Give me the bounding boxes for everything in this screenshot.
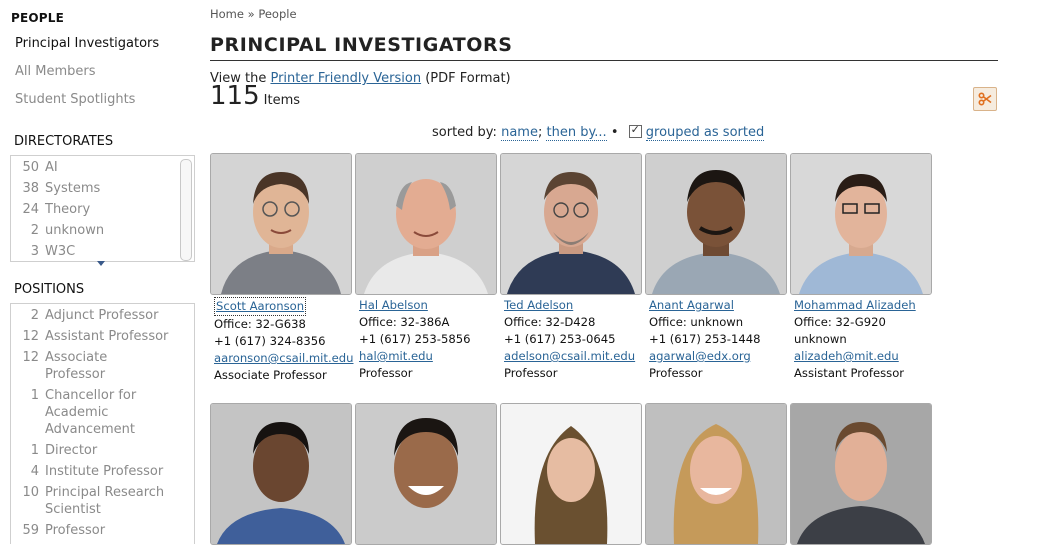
- person-photo[interactable]: [355, 153, 497, 295]
- items-label: Items: [263, 93, 301, 108]
- sort-separator: ;: [537, 125, 543, 140]
- person-photo[interactable]: [500, 403, 642, 545]
- facet-item-adjunct-professor[interactable]: 2 Adjunct Professor: [11, 307, 194, 328]
- facet-item-assistant-professor[interactable]: 12 Assistant Professor: [11, 328, 194, 349]
- person-email-link[interactable]: adelson@csail.mit.edu: [504, 348, 642, 365]
- person-office: Office: 32-386A: [359, 315, 450, 329]
- sort-prefix: sorted by:: [432, 125, 497, 140]
- facet-item-chancellor[interactable]: 1 Chancellor for Academic Advancement: [11, 387, 194, 442]
- person-card: Scott Aaronson Office: 32-G638 +1 (617) …: [210, 153, 353, 384]
- person-card: [645, 403, 787, 545]
- person-name-link[interactable]: Anant Agarwal: [649, 297, 787, 314]
- page-title: PRINCIPAL INVESTIGATORS: [210, 34, 998, 61]
- facet-item-theory[interactable]: 24 Theory: [11, 201, 194, 222]
- breadcrumb-current: People: [258, 7, 297, 21]
- facet-item-w3c[interactable]: 3 W3C: [11, 243, 194, 261]
- facet-item-director[interactable]: 1 Director: [11, 442, 194, 463]
- person-email-link[interactable]: agarwal@edx.org: [649, 348, 787, 365]
- grouped-checkbox-icon[interactable]: [628, 123, 642, 138]
- person-photo[interactable]: [355, 403, 497, 545]
- person-office: Office: 32-G920: [794, 315, 886, 329]
- facet-item-systems[interactable]: 38 Systems: [11, 180, 194, 201]
- person-photo[interactable]: [210, 153, 352, 295]
- sort-by-name-link[interactable]: name: [501, 125, 538, 141]
- person-office: Office: unknown: [649, 315, 744, 329]
- sidebar-link-principal-investigators[interactable]: Principal Investigators: [15, 36, 159, 51]
- directorates-scrollbar[interactable]: [180, 159, 192, 261]
- breadcrumb-separator: »: [247, 7, 255, 21]
- person-card: Mohammad Alizadeh Office: 32-G920 unknow…: [790, 153, 932, 382]
- share-button[interactable]: [973, 87, 997, 111]
- people-heading: PEOPLE: [11, 11, 65, 25]
- facet-item-unknown[interactable]: 2 unknown: [11, 222, 194, 243]
- person-office: Office: 32-D428: [504, 315, 596, 329]
- person-card: Anant Agarwal Office: unknown +1 (617) 2…: [645, 153, 787, 382]
- breadcrumb-home[interactable]: Home: [210, 7, 244, 21]
- sort-bar: sorted by: name; then by... • grouped as…: [432, 123, 765, 141]
- person-phone: +1 (617) 253-5856: [359, 332, 471, 346]
- person-photo[interactable]: [790, 403, 932, 545]
- person-card: [210, 403, 352, 545]
- person-office: Office: 32-G638: [214, 317, 306, 331]
- positions-facet-list[interactable]: 2 Adjunct Professor 12 Assistant Professor…: [10, 303, 195, 544]
- sidebar-link-all-members[interactable]: All Members: [15, 64, 96, 79]
- person-phone: +1 (617) 324-8356: [214, 334, 326, 348]
- facet-item-professor[interactable]: 59 Professor: [11, 522, 194, 543]
- person-phone: unknown: [794, 332, 847, 346]
- facet-item-associate-professor[interactable]: 12 Associate Professor: [11, 349, 194, 387]
- person-card: Hal Abelson Office: 32-386A +1 (617) 253…: [355, 153, 497, 382]
- person-title: Professor: [649, 366, 703, 380]
- person-title: Assistant Professor: [794, 366, 905, 380]
- facet-item-principal-research-scientist[interactable]: 10 Principal Research Scientist: [11, 484, 194, 522]
- person-email-link[interactable]: alizadeh@mit.edu: [794, 348, 932, 365]
- person-name-link[interactable]: Scott Aaronson: [214, 297, 307, 316]
- breadcrumb: Home » People: [210, 7, 297, 21]
- item-count-line: 115 Items: [210, 81, 300, 111]
- facet-item-ai[interactable]: 50 AI: [11, 159, 194, 180]
- person-name-link[interactable]: Ted Adelson: [504, 297, 642, 314]
- person-email-link[interactable]: aaronson@csail.mit.edu: [214, 350, 353, 367]
- person-name-link[interactable]: Mohammad Alizadeh: [794, 297, 932, 314]
- sort-then-by-link[interactable]: then by...: [546, 125, 607, 141]
- expand-directorates-icon[interactable]: [97, 261, 105, 266]
- facet-item-institute-professor[interactable]: 4 Institute Professor: [11, 463, 194, 484]
- grouped-as-sorted-link[interactable]: grouped as sorted: [645, 125, 765, 141]
- person-title: Professor: [504, 366, 558, 380]
- sidebar-link-student-spotlights[interactable]: Student Spotlights: [15, 92, 135, 107]
- person-phone: +1 (617) 253-1448: [649, 332, 761, 346]
- person-photo[interactable]: [645, 153, 787, 295]
- person-title: Associate Professor: [214, 368, 327, 382]
- directorates-facet-list[interactable]: 50 AI 38 Systems 24 Theory 2 unknown 3 W3C: [10, 155, 195, 262]
- scissors-icon: [978, 92, 992, 106]
- person-phone: +1 (617) 253-0645: [504, 332, 616, 346]
- directorates-heading: DIRECTORATES: [14, 134, 114, 149]
- positions-heading: POSITIONS: [14, 282, 85, 297]
- person-card: Ted Adelson Office: 32-D428 +1 (617) 253…: [500, 153, 642, 382]
- sidebar: PEOPLE Principal Investigators All Membe…: [0, 0, 200, 544]
- item-count: 115: [210, 81, 260, 111]
- person-photo[interactable]: [210, 403, 352, 545]
- sort-bullet: •: [610, 125, 619, 140]
- person-photo[interactable]: [500, 153, 642, 295]
- person-photo[interactable]: [645, 403, 787, 545]
- person-email-link[interactable]: hal@mit.edu: [359, 348, 497, 365]
- person-name-link[interactable]: Hal Abelson: [359, 297, 497, 314]
- person-card: [355, 403, 497, 545]
- printer-suffix: (PDF Format): [425, 71, 511, 86]
- person-photo[interactable]: [790, 153, 932, 295]
- person-card: [790, 403, 932, 545]
- person-title: Professor: [359, 366, 413, 380]
- person-card: [500, 403, 642, 545]
